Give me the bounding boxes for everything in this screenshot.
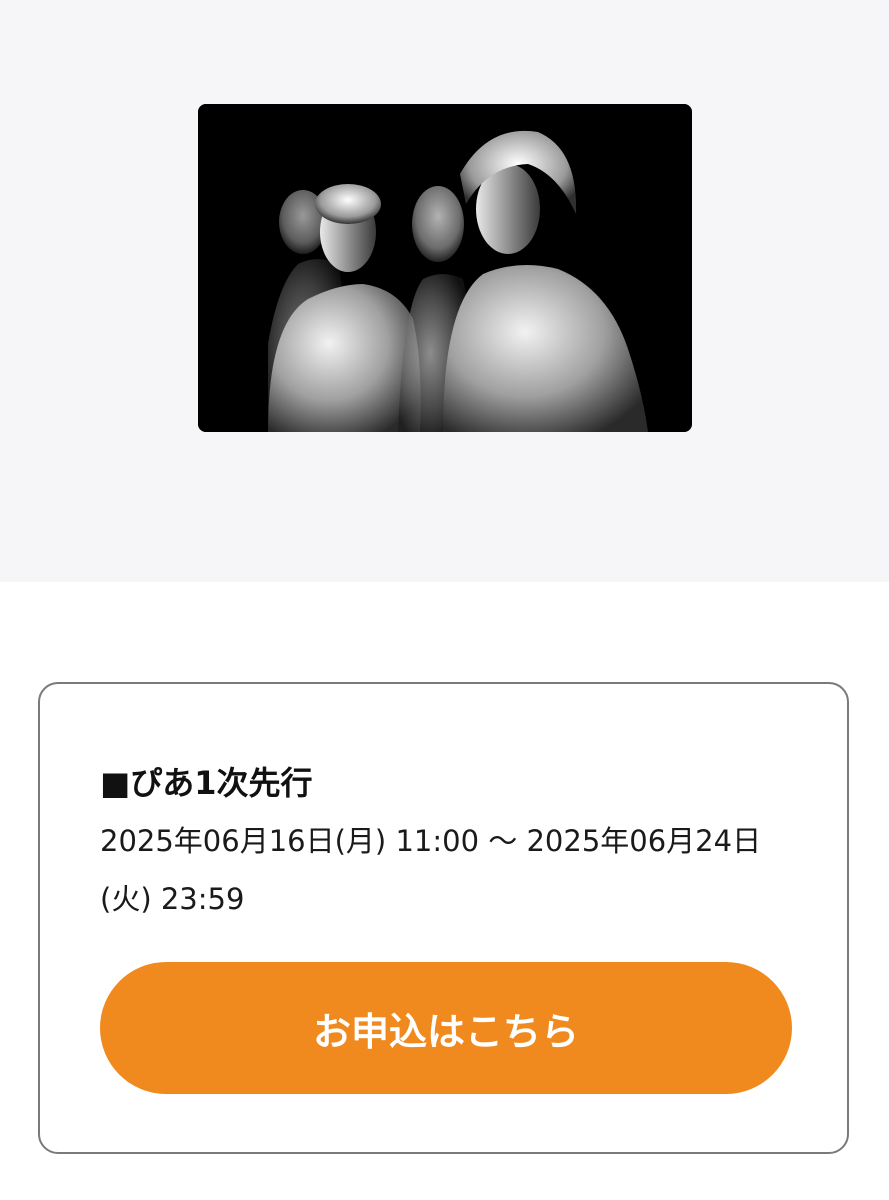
ticket-card: ■ぴあ1次先行 2025年06月16日(月) 11:00 〜 2025年06月2…: [38, 682, 849, 1154]
ticket-period: 2025年06月16日(月) 11:00 〜 2025年06月24日(火) 23…: [100, 824, 762, 916]
ticket-title: ■ぴあ1次先行: [100, 764, 313, 802]
band-photo: [198, 104, 692, 432]
apply-button[interactable]: お申込はこちら: [100, 962, 792, 1094]
hero-section: [0, 0, 889, 582]
band-photo-graphic: [198, 104, 692, 432]
